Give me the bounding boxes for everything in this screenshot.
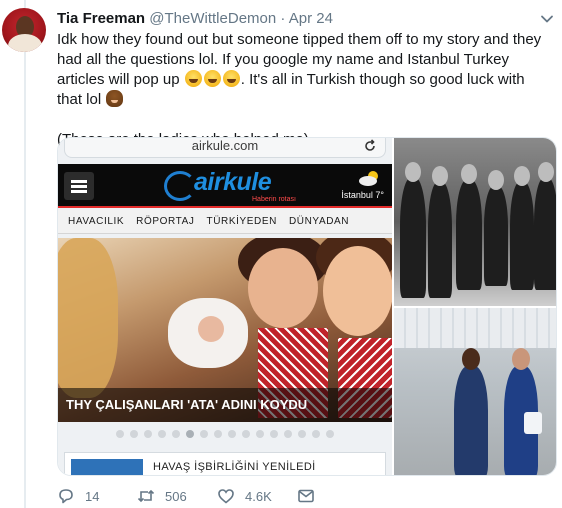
reload-icon	[365, 139, 375, 151]
carousel-dot	[312, 430, 320, 438]
nav-item: HAVACILIK	[68, 216, 125, 227]
avatar[interactable]	[2, 8, 46, 52]
tweet-paragraph: Idk how they found out but someone tippe…	[57, 30, 542, 110]
shrug-emoji-icon	[106, 90, 124, 107]
hero-photo: THY ÇALIŞANLARI 'ATA' ADINI KOYDU	[58, 238, 392, 422]
carousel-dot	[200, 430, 208, 438]
like-button[interactable]: 4.6K	[217, 486, 272, 506]
nav-item: RÖPORTAJ	[136, 216, 195, 227]
laughing-emoji-icon	[222, 70, 240, 87]
url-text: airkule.com	[191, 138, 259, 153]
carousel-dot	[256, 430, 264, 438]
weather-cloud-icon	[359, 171, 378, 186]
action-bar: 14 506 4.6K	[57, 486, 562, 508]
carousel-dot	[116, 430, 124, 438]
laughing-emoji-icon	[203, 70, 221, 87]
carousel-dot	[298, 430, 306, 438]
news-title: HAVAŞ İŞBİRLİĞİNİ YENİLEDİ	[153, 461, 316, 473]
message-icon	[298, 489, 314, 503]
news-item: HAVAŞ İŞBİRLİĞİNİ YENİLEDİ	[64, 452, 386, 475]
url-bar: airkule.com	[64, 138, 386, 158]
nav-item: DÜNYADAN	[288, 216, 350, 227]
reply-button[interactable]: 14	[57, 486, 99, 506]
tweet-header: Tia Freeman @TheWittleDemon · Apr 24	[57, 9, 550, 29]
carousel-dot	[186, 430, 194, 438]
tweet-date[interactable]: Apr 24	[289, 10, 333, 27]
site-header: airkule Haberin rotası İstanbul 7°	[58, 164, 392, 208]
carousel-dot	[326, 430, 334, 438]
media-grid[interactable]: airkule.com airkule Haberin rotası İstan…	[57, 137, 557, 476]
thread-line	[24, 0, 26, 508]
like-icon	[218, 489, 234, 504]
logo-swirl-icon	[164, 171, 196, 201]
carousel-dot	[144, 430, 152, 438]
carousel-dots	[58, 430, 392, 440]
laughing-emoji-icon	[184, 70, 202, 87]
message-button[interactable]	[297, 486, 315, 506]
author-handle[interactable]: @TheWittleDemon	[149, 10, 276, 27]
airport-photo[interactable]	[394, 308, 556, 475]
menu-icon	[64, 172, 94, 200]
carousel-dot	[172, 430, 180, 438]
weather-text: İstanbul 7°	[341, 190, 384, 200]
carousel-dot	[270, 430, 278, 438]
retweet-count: 506	[165, 488, 187, 504]
carousel-dot	[214, 430, 222, 438]
reply-icon	[59, 489, 73, 504]
reply-count: 14	[85, 488, 100, 504]
site-slogan: Haberin rotası	[252, 196, 296, 203]
author-name[interactable]: Tia Freeman	[57, 10, 145, 27]
caret-down-icon[interactable]	[540, 12, 554, 26]
separator: ·	[280, 10, 286, 27]
nav-item: TÜRKİYEDEN	[206, 216, 277, 227]
screenshot-image[interactable]: airkule.com airkule Haberin rotası İstan…	[58, 138, 392, 475]
carousel-dot	[228, 430, 236, 438]
tweet-text: Idk how they found out but someone tippe…	[57, 30, 542, 150]
like-count: 4.6K	[245, 488, 272, 504]
news-thumbnail	[71, 459, 143, 475]
carousel-dot	[130, 430, 138, 438]
site-logo: airkule	[194, 168, 272, 196]
group-photo[interactable]	[394, 138, 556, 306]
carousel-dot	[284, 430, 292, 438]
site-nav: HAVACILIK RÖPORTAJ TÜRKİYEDEN DÜNYADAN	[58, 210, 392, 234]
hero-headline: THY ÇALIŞANLARI 'ATA' ADINI KOYDU	[58, 388, 392, 422]
carousel-dot	[158, 430, 166, 438]
carousel-dot	[242, 430, 250, 438]
retweet-button[interactable]: 506	[137, 486, 187, 506]
retweet-icon	[137, 489, 155, 503]
